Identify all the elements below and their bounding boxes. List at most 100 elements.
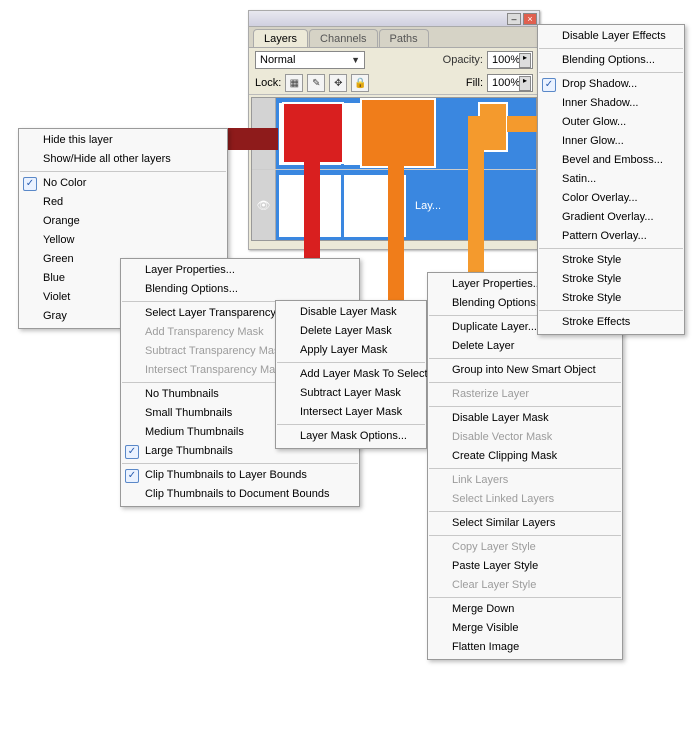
menu-separator	[429, 535, 621, 536]
menu-item-mask-options[interactable]: Layer Mask Options...	[276, 427, 426, 446]
menu-item-select-linked: Select Linked Layers	[428, 490, 622, 509]
menu-item-subtract-mask[interactable]: Subtract Layer Mask	[276, 384, 426, 403]
menu-item-layer-properties[interactable]: Layer Properties...	[121, 261, 359, 280]
panel-titlebar[interactable]: – ×	[249, 11, 539, 27]
opacity-value: 100%	[492, 54, 520, 66]
menu-item-clip-document-bounds[interactable]: Clip Thumbnails to Document Bounds	[121, 485, 359, 504]
blend-mode-dropdown[interactable]: Normal ▼	[255, 51, 365, 69]
menu-item-gradient-overlay[interactable]: Gradient Overlay...	[538, 208, 684, 227]
menu-item-merge-visible[interactable]: Merge Visible	[428, 619, 622, 638]
menu-item-stroke-style[interactable]: Stroke Style	[538, 251, 684, 270]
minimize-button[interactable]: –	[507, 13, 521, 25]
menu-item-drop-shadow[interactable]: ✓Drop Shadow...	[538, 75, 684, 94]
menu-item-disable-effects[interactable]: Disable Layer Effects	[538, 27, 684, 46]
tab-channels[interactable]: Channels	[309, 29, 377, 47]
connector	[304, 160, 320, 270]
menu-separator	[539, 248, 683, 249]
menu-item-outer-glow[interactable]: Outer Glow...	[538, 113, 684, 132]
lock-position-icon[interactable]: ✥	[329, 74, 347, 92]
menu-item-pattern-overlay[interactable]: Pattern Overlay...	[538, 227, 684, 246]
menu-item-stroke-style[interactable]: Stroke Style	[538, 270, 684, 289]
connector	[222, 128, 278, 150]
lock-all-icon[interactable]: 🔒	[351, 74, 369, 92]
menu-item-rasterize: Rasterize Layer	[428, 385, 622, 404]
menu-separator	[429, 358, 621, 359]
panel-tabs: Layers Channels Paths	[249, 27, 539, 48]
spinner-arrow-icon[interactable]: ▸	[519, 76, 531, 91]
layer-effects-menu: Disable Layer Effects Blending Options..…	[537, 24, 685, 335]
menu-item-select-similar[interactable]: Select Similar Layers	[428, 514, 622, 533]
lock-paint-icon[interactable]: ✎	[307, 74, 325, 92]
check-icon: ✓	[23, 177, 37, 191]
menu-item-clear-style: Clear Layer Style	[428, 576, 622, 595]
menu-item-disable-vector-mask: Disable Vector Mask	[428, 428, 622, 447]
menu-item-red[interactable]: Red	[19, 193, 227, 212]
chevron-down-icon: ▼	[351, 55, 360, 65]
layer-mask-context-menu: Disable Layer Mask Delete Layer Mask App…	[275, 300, 427, 449]
menu-item-apply-mask[interactable]: Apply Layer Mask	[276, 341, 426, 360]
menu-item-satin[interactable]: Satin...	[538, 170, 684, 189]
menu-item-intersect-mask[interactable]: Intersect Layer Mask	[276, 403, 426, 422]
opacity-field[interactable]: 100% ▸	[487, 51, 533, 69]
menu-item-clip-layer-bounds[interactable]: ✓Clip Thumbnails to Layer Bounds	[121, 466, 359, 485]
menu-separator	[539, 48, 683, 49]
lock-transparency-icon[interactable]: ▦	[285, 74, 303, 92]
menu-separator	[539, 310, 683, 311]
menu-separator	[429, 468, 621, 469]
tab-layers[interactable]: Layers	[253, 29, 308, 47]
connector-block	[360, 98, 436, 168]
connector-block	[282, 102, 344, 164]
check-icon: ✓	[125, 469, 139, 483]
lock-row: Lock: ▦ ✎ ✥ 🔒 Fill: 100% ▸	[249, 72, 539, 95]
connector	[468, 116, 484, 286]
menu-item-inner-glow[interactable]: Inner Glow...	[538, 132, 684, 151]
menu-item-paste-style[interactable]: Paste Layer Style	[428, 557, 622, 576]
lock-label: Lock:	[255, 77, 281, 89]
menu-item-yellow[interactable]: Yellow	[19, 231, 227, 250]
close-button[interactable]: ×	[523, 13, 537, 25]
menu-item-inner-shadow[interactable]: Inner Shadow...	[538, 94, 684, 113]
menu-item-disable-mask[interactable]: Disable Layer Mask	[276, 303, 426, 322]
layer-name-label[interactable]: Lay...	[409, 200, 441, 212]
menu-separator	[277, 362, 425, 363]
tab-paths[interactable]: Paths	[379, 29, 429, 47]
fill-field[interactable]: 100% ▸	[487, 74, 533, 92]
check-icon: ✓	[542, 78, 556, 92]
menu-item-hide-layer[interactable]: Hide this layer	[19, 131, 227, 150]
menu-item-no-color[interactable]: ✓No Color	[19, 174, 227, 193]
menu-item-blending-options[interactable]: Blending Options...	[538, 51, 684, 70]
menu-item-delete-layer[interactable]: Delete Layer	[428, 337, 622, 356]
menu-item-show-hide-others[interactable]: Show/Hide all other layers	[19, 150, 227, 169]
menu-separator	[429, 597, 621, 598]
menu-item-orange[interactable]: Orange	[19, 212, 227, 231]
menu-separator	[539, 72, 683, 73]
menu-item-disable-layer-mask[interactable]: Disable Layer Mask	[428, 409, 622, 428]
menu-item-create-clipping-mask[interactable]: Create Clipping Mask	[428, 447, 622, 466]
menu-item-link-layers: Link Layers	[428, 471, 622, 490]
menu-separator	[122, 463, 358, 464]
fill-label: Fill:	[466, 77, 483, 89]
menu-separator	[20, 171, 226, 172]
menu-item-blending-options[interactable]: Blending Options...	[121, 280, 359, 299]
connector	[388, 164, 404, 314]
menu-separator	[429, 382, 621, 383]
menu-item-delete-mask[interactable]: Delete Layer Mask	[276, 322, 426, 341]
spinner-arrow-icon[interactable]: ▸	[519, 53, 531, 68]
menu-item-stroke-effects[interactable]: Stroke Effects	[538, 313, 684, 332]
menu-item-add-mask-selection[interactable]: Add Layer Mask To Selection	[276, 365, 426, 384]
menu-item-stroke-style[interactable]: Stroke Style	[538, 289, 684, 308]
menu-item-color-overlay[interactable]: Color Overlay...	[538, 189, 684, 208]
visibility-icon[interactable]: 👁	[252, 170, 276, 241]
opacity-label: Opacity:	[443, 54, 483, 66]
menu-item-bevel-emboss[interactable]: Bevel and Emboss...	[538, 151, 684, 170]
blend-mode-value: Normal	[260, 54, 295, 66]
menu-separator	[429, 406, 621, 407]
menu-item-copy-style: Copy Layer Style	[428, 538, 622, 557]
blend-row: Normal ▼ Opacity: 100% ▸	[249, 48, 539, 72]
menu-separator	[429, 511, 621, 512]
connector	[507, 116, 537, 132]
menu-item-group-smart-object[interactable]: Group into New Smart Object	[428, 361, 622, 380]
menu-item-merge-down[interactable]: Merge Down	[428, 600, 622, 619]
check-icon: ✓	[125, 445, 139, 459]
menu-item-flatten[interactable]: Flatten Image	[428, 638, 622, 657]
